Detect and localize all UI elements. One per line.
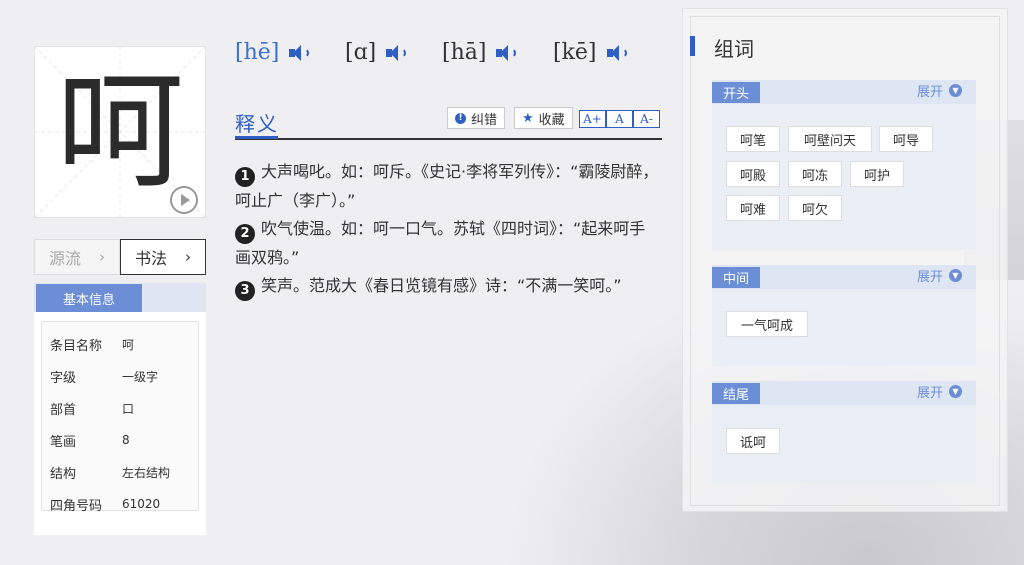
number-badge: 3 [235, 281, 255, 301]
definition-title: 释义 [235, 112, 279, 136]
info-value: 一级字 [122, 369, 159, 384]
divider [235, 138, 662, 140]
word-group-label: 开头 [712, 82, 760, 103]
definition-item: 3 笑声。范成大《春日览镜有感》诗：“不满一笑呵。” [235, 272, 660, 301]
word-chip[interactable]: 呵难 [726, 195, 780, 221]
expand-label: 展开 [916, 386, 943, 401]
chevron-right-icon: › [99, 248, 105, 266]
word-chip[interactable]: 诋呵 [726, 428, 780, 454]
word-chip[interactable]: 呵殿 [726, 161, 780, 187]
definition-text: 大声喝叱。如：呵斥。《史记·李将军列传》：“霸陵尉醉，呵止广（李广）。” [235, 162, 659, 210]
chevron-right-icon: › [185, 248, 191, 266]
info-row: 四角号码 61020 [50, 494, 160, 514]
chevron-down-icon: ▼ [949, 385, 962, 398]
title-underline [235, 136, 278, 139]
font-size-up-button[interactable]: A+ [579, 110, 606, 128]
word-group-header: 结尾 展开 ▼ [712, 381, 976, 405]
pronunciation-text: [kē] [553, 40, 597, 65]
definition-list: 1 大声喝叱。如：呵斥。《史记·李将军列传》：“霸陵尉醉，呵止广（李广）。” 2吹… [235, 158, 660, 301]
speaker-icon[interactable] [289, 44, 310, 62]
char-tabs: 源流 › 书法 › [34, 239, 206, 275]
number-badge: 1 [235, 167, 255, 187]
pronunciation: [hē] [235, 40, 310, 65]
expand-button[interactable]: 展开 ▼ [917, 81, 962, 100]
basic-info-panel: 基本信息 条目名称 呵 字级 一级字 部首 口 笔画 8 结构 左右结构 四角号… [34, 283, 206, 535]
basic-info-header: 基本信息 [34, 283, 206, 312]
info-row: 条目名称 呵 [50, 334, 134, 354]
chevron-down-icon: ▼ [949, 269, 962, 282]
info-icon: ! [455, 112, 466, 124]
definition-text: 吹气使温。如：呵一口气。苏轼《四时词》：“起来呵手画双鸦。” [235, 219, 646, 267]
pronunciation: [kē] [553, 40, 627, 65]
pronunciation-text: [ɑ] [345, 40, 377, 65]
title-marker [690, 36, 695, 56]
definition-text: 笑声。范成大《春日览镜有感》诗：“不满一笑呵。” [261, 276, 622, 295]
info-key: 笔画 [50, 434, 77, 450]
word-chip[interactable]: 一气呵成 [726, 311, 808, 337]
collect-label: 收藏 [538, 112, 565, 128]
speaker-icon[interactable] [606, 44, 627, 62]
basic-info-title: 基本信息 [36, 284, 142, 312]
info-key: 条目名称 [50, 338, 103, 354]
word-chip[interactable]: 呵护 [850, 161, 904, 187]
word-chip[interactable]: 呵欠 [788, 195, 842, 221]
info-value: 8 [122, 433, 130, 447]
play-icon [181, 194, 190, 206]
info-row: 笔画 8 [50, 430, 130, 450]
info-key: 部首 [50, 402, 77, 418]
tab-calligraphy-label: 书法 [134, 249, 167, 268]
font-size-normal-button[interactable]: A [606, 110, 633, 128]
word-group-header: 中间 展开 ▼ [712, 265, 976, 289]
number-badge: 2 [235, 224, 255, 244]
expand-label: 展开 [916, 85, 943, 100]
info-row: 结构 左右结构 [50, 462, 170, 482]
word-chip[interactable]: 呵笔 [726, 126, 780, 152]
word-group-header: 开头 展开 ▼ [712, 80, 976, 104]
info-key: 结构 [50, 466, 77, 482]
word-chip[interactable]: 呵壁问天 [788, 126, 872, 152]
word-group-label: 中间 [712, 267, 760, 288]
info-value: 左右结构 [122, 465, 171, 480]
pronunciation-text: [hā] [442, 40, 487, 65]
word-group-end: 结尾 展开 ▼ 诋呵 [712, 381, 976, 483]
word-chip[interactable]: 呵导 [879, 126, 933, 152]
info-row: 部首 口 [50, 398, 134, 418]
stroke-play-button[interactable] [170, 186, 198, 214]
tab-calligraphy[interactable]: 书法 › [120, 239, 206, 275]
info-key: 四角号码 [50, 498, 103, 514]
info-value: 呵 [122, 337, 135, 352]
info-value: 口 [122, 401, 135, 416]
chevron-down-icon: ▼ [949, 84, 962, 97]
definition-item: 1 大声喝叱。如：呵斥。《史记·李将军列传》：“霸陵尉醉，呵止广（李广）。” [235, 158, 660, 215]
pronunciation: [ɑ] [345, 40, 407, 65]
info-row: 字级 一级字 [50, 366, 158, 386]
tab-origin-label: 源流 [48, 249, 81, 268]
correct-label: 纠错 [471, 112, 498, 128]
expand-button[interactable]: 展开 ▼ [917, 266, 962, 285]
speaker-icon[interactable] [496, 44, 517, 62]
pronunciation-text: [hē] [235, 40, 280, 65]
star-icon: ★ [522, 110, 534, 126]
speaker-icon[interactable] [386, 44, 407, 62]
word-chip[interactable]: 呵冻 [788, 161, 842, 187]
word-group-label: 结尾 [712, 383, 760, 404]
collect-button[interactable]: ★ 收藏 [514, 107, 573, 129]
font-size-down-button[interactable]: A- [633, 110, 660, 128]
basic-info-table: 条目名称 呵 字级 一级字 部首 口 笔画 8 结构 左右结构 四角号码 610… [41, 321, 199, 514]
words-title: 组词 [714, 37, 754, 61]
word-group-start: 开头 展开 ▼ 呵笔 呵壁问天 呵导 呵殿 呵冻 呵护 呵难 呵欠 [712, 80, 976, 250]
expand-button[interactable]: 展开 ▼ [917, 382, 962, 401]
tab-origin[interactable]: 源流 › [34, 239, 120, 275]
definition-item: 2 吹气使温。如：呵一口气。苏轼《四时词》：“起来呵手画双鸦。” [235, 215, 660, 272]
expand-label: 展开 [916, 270, 943, 285]
info-key: 字级 [50, 370, 77, 386]
pronunciation: [hā] [442, 40, 517, 65]
character-display: 呵 [34, 46, 206, 218]
info-value: 61020 [122, 497, 161, 511]
correct-button[interactable]: ! 纠错 [447, 107, 506, 129]
word-group-middle: 中间 展开 ▼ 一气呵成 [712, 265, 976, 366]
